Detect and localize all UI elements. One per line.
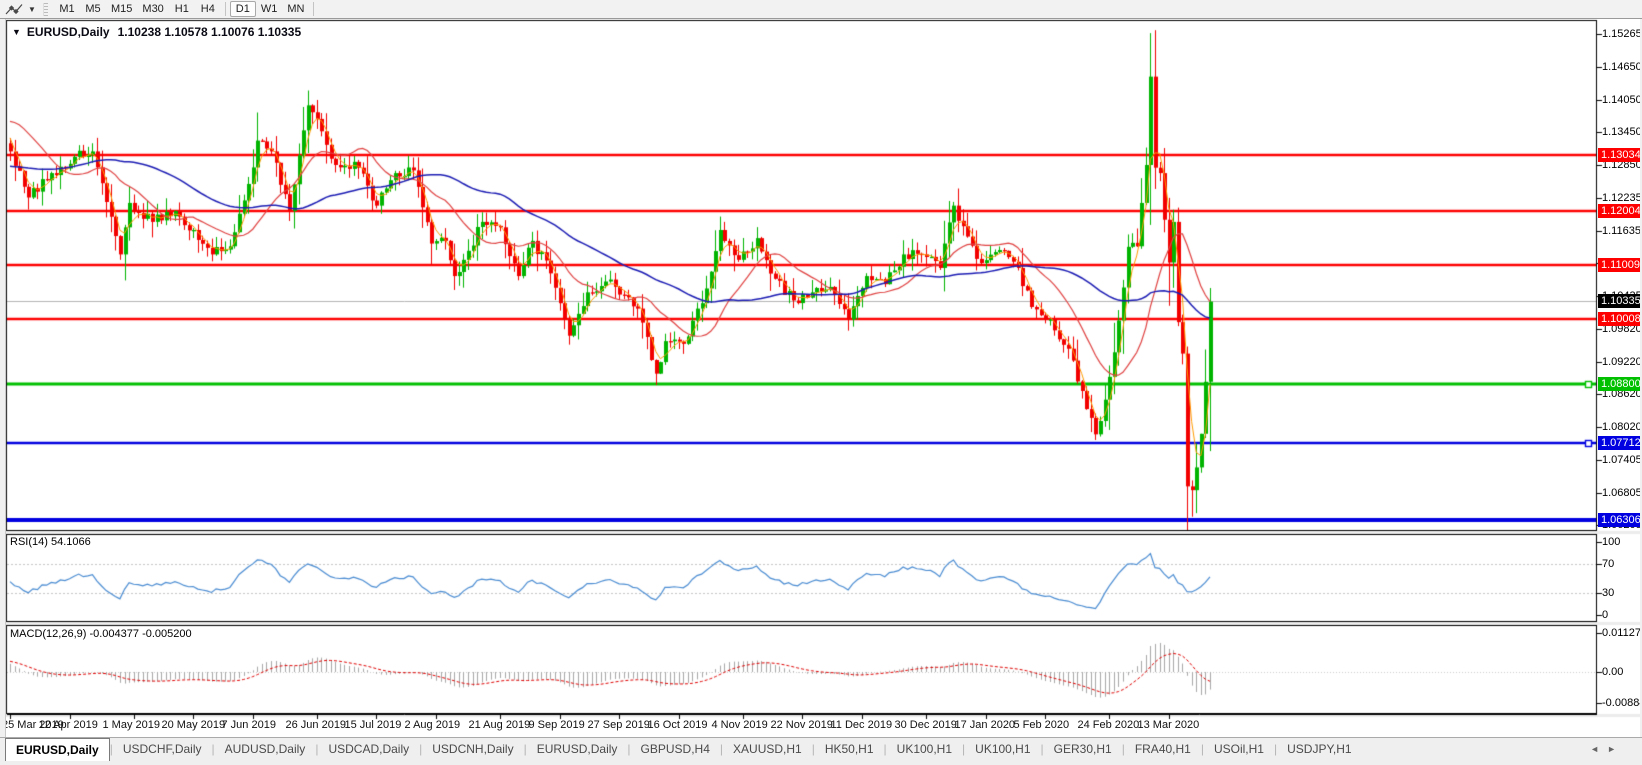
chart-tab-hk50-h1[interactable]: HK50,H1 <box>815 739 884 760</box>
current-price-tag: 1.10335 <box>1598 294 1642 308</box>
level-price-tag[interactable]: 1.07712 <box>1598 436 1642 450</box>
timeframe-button-mn[interactable]: MN <box>282 1 309 17</box>
chart-tab-usdjpy-h1[interactable]: USDJPY,H1 <box>1277 739 1361 760</box>
macd-axis-tick: 0.011277 <box>1602 627 1642 640</box>
crosshair-tool-icon[interactable] <box>3 2 25 17</box>
chart-tab-eurusd-daily[interactable]: EURUSD,Daily <box>5 738 110 761</box>
timeframe-button-m5[interactable]: M5 <box>80 1 106 17</box>
chart-tab-usdchf-daily[interactable]: USDCHF,Daily <box>113 739 212 760</box>
date-axis-label: 24 Feb 2020 <box>1078 719 1140 732</box>
toolbar-separator <box>225 2 226 16</box>
chart-canvas[interactable] <box>0 0 1642 765</box>
level-price-tag[interactable]: 1.06306 <box>1598 513 1642 527</box>
date-axis-label: 21 Aug 2019 <box>469 719 531 732</box>
toolbar-separator <box>313 2 314 16</box>
ohlc-values: 1.10238 1.10578 1.10076 1.10335 <box>118 25 302 39</box>
timeframe-button-m30[interactable]: M30 <box>137 1 168 17</box>
chart-tab-xauusd-h1[interactable]: XAUUSD,H1 <box>723 739 812 760</box>
date-axis-label: 16 Oct 2019 <box>648 719 708 732</box>
chart-tab-bar: EURUSD,Daily|USDCHF,Daily|AUDUSD,Daily|U… <box>0 737 1642 765</box>
date-axis-label: 27 Sep 2019 <box>588 719 650 732</box>
chart-tab-usdcnh-daily[interactable]: USDCNH,Daily <box>422 739 523 760</box>
date-axis-label: 5 Feb 2020 <box>1014 719 1070 732</box>
level-price-tag[interactable]: 1.11009 <box>1598 258 1642 272</box>
price-axis-tick: 1.07405 <box>1602 454 1642 467</box>
price-axis-tick: 1.08020 <box>1602 421 1642 434</box>
timeframe-buttons: M1M5M15M30H1H4 D1W1MN <box>54 1 318 17</box>
rsi-axis-tick: 100 <box>1602 536 1620 549</box>
date-axis-label: 20 May 2019 <box>162 719 226 732</box>
date-axis-label: 22 Nov 2019 <box>771 719 833 732</box>
level-price-tag[interactable]: 1.13034 <box>1598 148 1642 162</box>
date-axis-label: 9 Sep 2019 <box>529 719 585 732</box>
date-axis-label: 15 Jul 2019 <box>345 719 402 732</box>
date-axis-label: 1 May 2019 <box>103 719 160 732</box>
price-axis-tick: 1.14050 <box>1602 94 1642 107</box>
date-axis-label: 17 Jan 2020 <box>955 719 1016 732</box>
date-axis-label: 11 Dec 2019 <box>831 719 893 732</box>
date-axis-label: 26 Jun 2019 <box>286 719 347 732</box>
chart-tab-eurusd-daily[interactable]: EURUSD,Daily <box>527 739 628 760</box>
tab-scroll-arrows[interactable]: ◄► <box>1590 744 1624 754</box>
rsi-axis-tick: 30 <box>1602 587 1614 600</box>
chart-tab-uk100-h1[interactable]: UK100,H1 <box>965 739 1040 760</box>
price-axis-tick: 1.09220 <box>1602 356 1642 369</box>
date-axis-label: 30 Dec 2019 <box>895 719 957 732</box>
price-axis-tick: 1.13450 <box>1602 126 1642 139</box>
timeframe-button-m15[interactable]: M15 <box>106 1 137 17</box>
level-price-tag[interactable]: 1.08800 <box>1598 377 1642 391</box>
tab-scroll-right-icon: ► <box>1607 744 1624 754</box>
chart-tab-gbpusd-h4[interactable]: GBPUSD,H4 <box>631 739 720 760</box>
macd-indicator-label: MACD(12,26,9) -0.004377 -0.005200 <box>10 628 192 640</box>
chart-tab-uk100-h1[interactable]: UK100,H1 <box>887 739 962 760</box>
macd-axis-tick: 0.00 <box>1602 666 1623 679</box>
timeframe-button-w1[interactable]: W1 <box>256 1 283 17</box>
macd-axis-tick: -0.008845 <box>1602 697 1642 710</box>
chart-tab-fra40-h1[interactable]: FRA40,H1 <box>1125 739 1201 760</box>
tool-dropdown-caret[interactable]: ▼ <box>25 5 39 14</box>
window-left-edge <box>0 19 6 765</box>
level-price-tag[interactable]: 1.12004 <box>1598 204 1642 218</box>
timeframe-button-m1[interactable]: M1 <box>54 1 80 17</box>
timeframe-button-d1[interactable]: D1 <box>230 1 256 17</box>
price-axis-tick: 1.06805 <box>1602 487 1642 500</box>
rsi-axis-tick: 70 <box>1602 558 1614 571</box>
rsi-indicator-label: RSI(14) 54.1066 <box>10 536 91 548</box>
date-axis-label: 7 Jun 2019 <box>222 719 276 732</box>
mt4-window: ▼ M1M5M15M30H1H4 D1W1MN ▼ EURUSD,Daily 1.10… <box>0 0 1642 765</box>
chart-tab-usdcad-daily[interactable]: USDCAD,Daily <box>318 739 419 760</box>
timeframe-toolbar: ▼ M1M5M15M30H1H4 D1W1MN <box>0 0 1642 19</box>
date-axis-label: 4 Nov 2019 <box>712 719 768 732</box>
date-axis-label: 2 Aug 2019 <box>405 719 461 732</box>
price-axis-tick: 1.14650 <box>1602 61 1642 74</box>
rsi-axis-tick: 0 <box>1602 609 1608 622</box>
date-axis-label: 12 Apr 2019 <box>39 719 98 732</box>
timeframe-button-h4[interactable]: H4 <box>195 1 221 17</box>
price-axis-tick: 1.15265 <box>1602 28 1642 41</box>
level-price-tag[interactable]: 1.10008 <box>1598 312 1642 326</box>
timeframe-button-h1[interactable]: H1 <box>169 1 195 17</box>
chart-tab-usoil-h1[interactable]: USOil,H1 <box>1204 739 1274 760</box>
chart-tab-audusd-daily[interactable]: AUDUSD,Daily <box>215 739 316 760</box>
chart-title: ▼ EURUSD,Daily 1.10238 1.10578 1.10076 1.1… <box>12 25 301 39</box>
toolbar-grip <box>43 3 48 16</box>
chart-tab-ger30-h1[interactable]: GER30,H1 <box>1044 739 1122 760</box>
tab-scroll-left-icon: ◄ <box>1590 744 1607 754</box>
price-axis-tick: 1.11635 <box>1602 225 1641 238</box>
symbol-period-label: EURUSD,Daily <box>27 25 110 39</box>
date-axis-label: 13 Mar 2020 <box>1138 719 1200 732</box>
chart-dropdown-icon[interactable]: ▼ <box>12 27 21 37</box>
